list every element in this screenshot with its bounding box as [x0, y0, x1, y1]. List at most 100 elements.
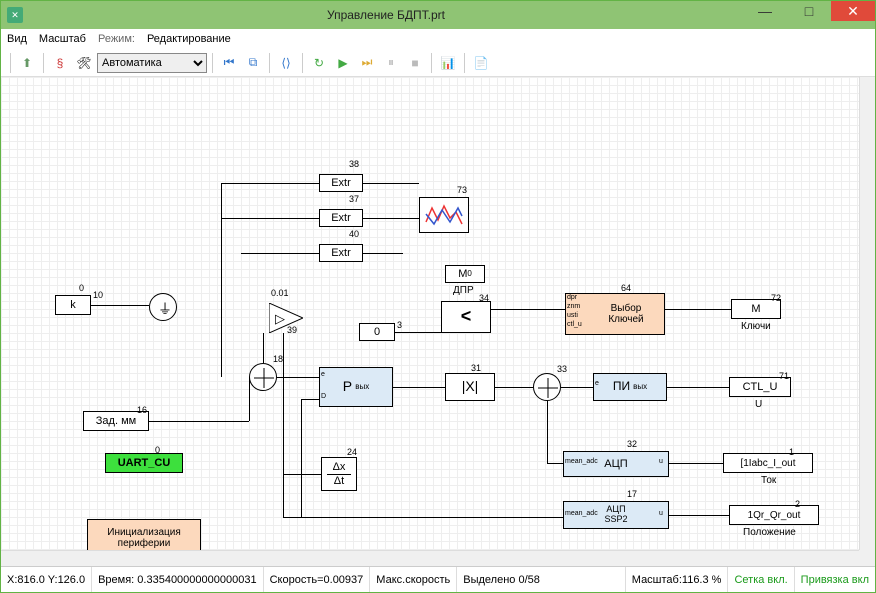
- port-label: 24: [347, 447, 357, 457]
- layer-select[interactable]: Автоматика: [97, 53, 207, 73]
- wire: [395, 332, 441, 333]
- menu-view[interactable]: Вид: [7, 33, 27, 45]
- wire: [263, 333, 264, 363]
- port-label: 71: [779, 371, 789, 381]
- port-label: 0: [79, 283, 84, 293]
- port-label: 10: [93, 290, 103, 300]
- pause-button[interactable]: ⏸: [380, 52, 402, 74]
- minimize-button[interactable]: —: [743, 1, 787, 21]
- port-label: 17: [627, 489, 637, 499]
- port-label: 40: [349, 229, 359, 239]
- chart-button[interactable]: 📊: [437, 52, 459, 74]
- port-label: 34: [479, 293, 489, 303]
- block-iabc[interactable]: [1Iabc_I_out: [723, 453, 813, 473]
- block-comparator[interactable]: <: [441, 301, 491, 333]
- block-sum1[interactable]: [249, 363, 277, 391]
- wire: [221, 183, 319, 184]
- block-uart[interactable]: UART_CU: [105, 453, 183, 473]
- wire: [249, 377, 250, 421]
- app-icon: ✕: [7, 7, 23, 23]
- tools-button[interactable]: 🛠: [73, 52, 95, 74]
- block-p-reg[interactable]: P вых: [319, 367, 393, 407]
- wire: [221, 218, 319, 219]
- horizontal-scrollbar[interactable]: [1, 550, 859, 566]
- toolbar: ⬆ § 🛠 Автоматика ⏮ ⧉ ⟨⟩ ↻ ▶ ⏭ ⏸ ■ 📊 📄: [1, 49, 875, 77]
- block-gain[interactable]: ▷: [269, 303, 303, 333]
- refresh-button[interactable]: ↻: [308, 52, 330, 74]
- wire: [283, 517, 563, 518]
- block-key-selector[interactable]: Выбор Ключей: [565, 293, 665, 335]
- port-label: 39: [287, 325, 297, 335]
- port-label: 1: [789, 447, 794, 457]
- block-qr[interactable]: 1Qr_Qr_out: [729, 505, 819, 525]
- port-label: 72: [771, 293, 781, 303]
- stop-button[interactable]: ■: [404, 52, 426, 74]
- port-label: 18: [273, 354, 283, 364]
- port-label: 16: [137, 405, 147, 415]
- maximize-button[interactable]: □: [787, 1, 831, 21]
- block-extr1[interactable]: Extr: [319, 174, 363, 192]
- skip-button[interactable]: ⏭: [356, 52, 378, 74]
- block-k-source[interactable]: k: [55, 295, 91, 315]
- statusbar: X:816.0 Y:126.0 Время: 0.335400000000000…: [1, 566, 875, 592]
- port-label: 0: [155, 445, 160, 455]
- wire: [547, 401, 548, 463]
- code-button[interactable]: ⟨⟩: [275, 52, 297, 74]
- status-selection: Выделено 0/58: [457, 567, 626, 592]
- wire: [283, 333, 284, 517]
- scroll-corner: [859, 550, 875, 566]
- status-speed: Скорость=0.00937: [264, 567, 371, 592]
- wire: [149, 421, 249, 422]
- wire: [283, 474, 321, 475]
- status-snap: Привязка вкл: [795, 567, 875, 592]
- block-sum2[interactable]: [533, 373, 561, 401]
- wire: [561, 387, 593, 388]
- layers-button[interactable]: §: [49, 52, 71, 74]
- block-ground[interactable]: ⏚: [149, 293, 177, 321]
- block-zero-src[interactable]: 0: [359, 323, 395, 341]
- wire: [241, 253, 319, 254]
- wire: [363, 253, 403, 254]
- step-back-button[interactable]: ⏮: [218, 52, 240, 74]
- close-button[interactable]: ✕: [831, 1, 875, 21]
- port-label: 2: [795, 499, 800, 509]
- window-title: Управление БДПТ.prt: [29, 8, 743, 22]
- keys-label: Ключи: [741, 321, 771, 332]
- wire: [669, 515, 729, 516]
- status-time: Время: 0.335400000000000031: [92, 567, 264, 592]
- vertical-scrollbar[interactable]: [859, 77, 875, 550]
- play-button[interactable]: ▶: [332, 52, 354, 74]
- status-max-speed: Макс.скорость: [370, 567, 457, 592]
- u-label: U: [755, 399, 762, 410]
- block-extr2[interactable]: Extr: [319, 209, 363, 227]
- block-abs[interactable]: |X|: [445, 373, 495, 401]
- wire: [665, 309, 731, 310]
- port-label: 32: [627, 439, 637, 449]
- doc-button[interactable]: 📄: [470, 52, 492, 74]
- port-label: 31: [471, 363, 481, 373]
- wire: [393, 387, 445, 388]
- wire: [669, 463, 723, 464]
- wire: [301, 399, 319, 400]
- port-label: 3: [397, 320, 402, 330]
- wire: [491, 309, 565, 310]
- block-extr3[interactable]: Extr: [319, 244, 363, 262]
- mode-value: Редактирование: [147, 33, 231, 45]
- copy-button[interactable]: ⧉: [242, 52, 264, 74]
- wire: [667, 387, 729, 388]
- window-titlebar: ✕ Управление БДПТ.prt — □ ✕: [1, 1, 875, 29]
- menubar: Вид Масштаб Режим: Редактирование: [1, 29, 875, 49]
- block-scope[interactable]: [419, 197, 469, 233]
- status-scale: Масштаб:116.3 %: [626, 567, 729, 592]
- up-button[interactable]: ⬆: [16, 52, 38, 74]
- block-pi-reg[interactable]: ПИ вых: [593, 373, 667, 401]
- status-grid: Сетка вкл.: [728, 567, 794, 592]
- menu-scale[interactable]: Масштаб: [39, 33, 86, 45]
- block-m0[interactable]: M0: [445, 265, 485, 283]
- port-label: 64: [621, 283, 631, 293]
- diagram-canvas[interactable]: k 10 0 ⏚ ▷ 0.01 39 Extr 38 Extr 37 Extr …: [1, 77, 859, 550]
- port-label: 33: [557, 364, 567, 374]
- status-coords: X:816.0 Y:126.0: [1, 567, 92, 592]
- block-derivative[interactable]: Δx Δt: [321, 457, 357, 491]
- wire: [91, 305, 149, 306]
